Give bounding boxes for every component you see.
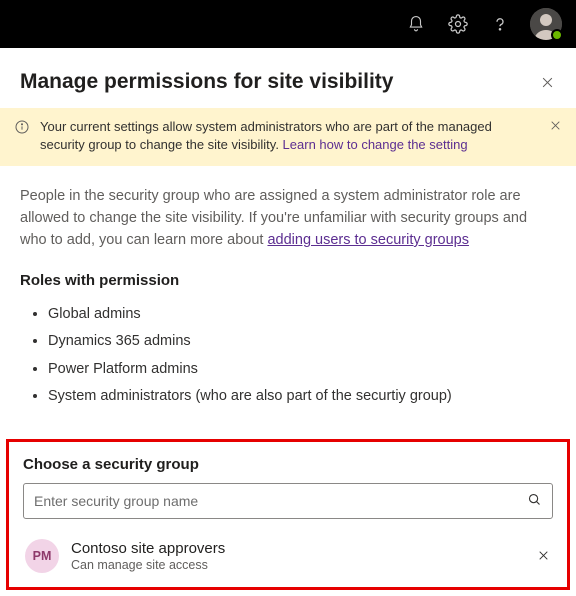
intro-link[interactable]: adding users to security groups xyxy=(267,232,469,248)
close-icon xyxy=(540,75,555,90)
dismiss-info-button[interactable] xyxy=(549,119,562,137)
roles-heading: Roles with permission xyxy=(20,272,556,289)
security-group-chooser: Choose a security group PM Contoso site … xyxy=(6,439,570,590)
search-icon xyxy=(527,492,542,510)
roles-item: Dynamics 365 admins xyxy=(48,328,556,356)
help-button[interactable] xyxy=(488,12,512,36)
panel-header: Manage permissions for site visibility xyxy=(0,48,576,108)
group-avatar: PM xyxy=(25,539,59,573)
info-text: Your current settings allow system admin… xyxy=(40,118,539,154)
security-group-input[interactable] xyxy=(34,493,527,509)
app-topbar xyxy=(0,0,576,48)
intro-paragraph: People in the security group who are ass… xyxy=(20,186,556,251)
info-icon xyxy=(14,119,30,140)
security-group-search[interactable] xyxy=(23,483,553,519)
panel-title: Manage permissions for site visibility xyxy=(20,70,393,94)
roles-item: Global admins xyxy=(48,301,556,329)
chooser-label: Choose a security group xyxy=(23,456,553,473)
roles-item: Power Platform admins xyxy=(48,356,556,384)
group-name: Contoso site approvers xyxy=(71,540,523,557)
info-learn-link[interactable]: Learn how to change the setting xyxy=(283,137,468,152)
notifications-button[interactable] xyxy=(404,12,428,36)
account-menu[interactable] xyxy=(530,8,562,40)
presence-indicator xyxy=(551,29,563,41)
group-subtitle: Can manage site access xyxy=(71,558,523,572)
close-icon xyxy=(537,549,550,562)
roles-item: System administrators (who are also part… xyxy=(48,383,556,411)
bell-icon xyxy=(407,15,425,33)
close-icon xyxy=(549,119,562,132)
remove-group-button[interactable] xyxy=(535,548,551,564)
roles-list: Global admins Dynamics 365 admins Power … xyxy=(20,301,556,411)
settings-button[interactable] xyxy=(446,12,470,36)
question-icon xyxy=(491,15,509,33)
selected-group-row: PM Contoso site approvers Can manage sit… xyxy=(23,535,553,577)
group-info: Contoso site approvers Can manage site a… xyxy=(71,540,523,572)
close-panel-button[interactable] xyxy=(538,73,556,91)
info-message-bar: Your current settings allow system admin… xyxy=(0,108,576,166)
gear-icon xyxy=(448,14,468,34)
panel-body: People in the security group who are ass… xyxy=(0,166,576,428)
